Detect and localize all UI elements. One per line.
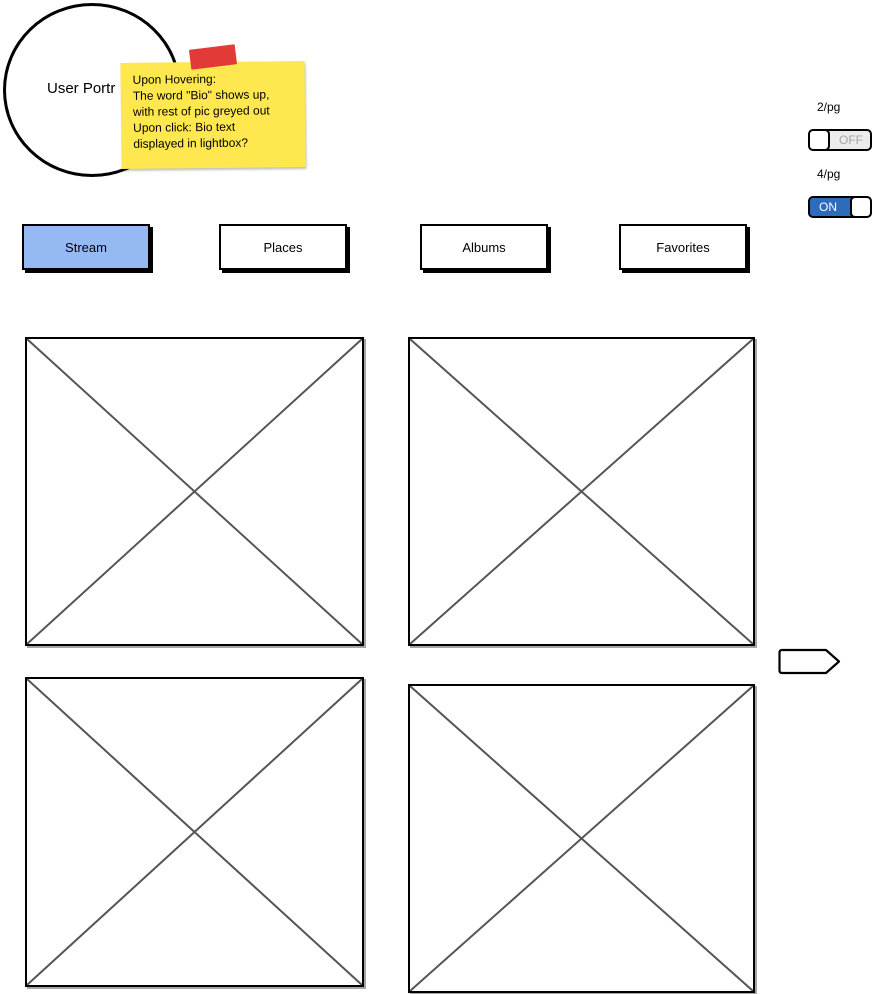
- image-placeholder-icon: [410, 686, 753, 991]
- toggle-knob[interactable]: [810, 131, 830, 149]
- photo-placeholder-1[interactable]: [25, 337, 364, 646]
- sticky-note-line: Upon Hovering:: [132, 71, 217, 87]
- arrow-right-icon: [778, 648, 841, 675]
- photo-placeholder-2[interactable]: [408, 337, 755, 646]
- toggle-4pg-label: 4/pg: [817, 167, 841, 181]
- toggle-2pg[interactable]: OFF: [808, 129, 872, 151]
- tab-favorites[interactable]: Favorites: [619, 224, 747, 270]
- sticky-note: Upon Hovering: The word "Bio" shows up, …: [120, 61, 306, 169]
- sticky-note-line: Upon click: Bio text: [133, 119, 236, 135]
- toggle-2pg-state: OFF: [839, 133, 863, 147]
- tab-stream[interactable]: Stream: [22, 224, 150, 270]
- sticky-note-line: with rest of pic greyed out: [132, 103, 270, 119]
- toggle-4pg-state: ON: [819, 200, 837, 214]
- tab-albums[interactable]: Albums: [420, 224, 548, 270]
- toggle-4pg[interactable]: ON: [808, 196, 872, 218]
- photo-placeholder-3[interactable]: [25, 677, 364, 987]
- image-placeholder-icon: [27, 339, 362, 644]
- user-portrait-label: User Portr: [47, 80, 116, 97]
- tab-places[interactable]: Places: [219, 224, 347, 270]
- sticky-note-line: The word "Bio" shows up,: [132, 87, 270, 103]
- toggle-2pg-label: 2/pg: [817, 100, 841, 114]
- toggle-knob[interactable]: [850, 198, 870, 216]
- image-placeholder-icon: [27, 679, 362, 985]
- next-page-button[interactable]: [778, 648, 842, 675]
- photo-placeholder-4[interactable]: [408, 684, 755, 993]
- sticky-note-line: displayed in lightbox?: [133, 135, 249, 151]
- image-placeholder-icon: [410, 339, 753, 644]
